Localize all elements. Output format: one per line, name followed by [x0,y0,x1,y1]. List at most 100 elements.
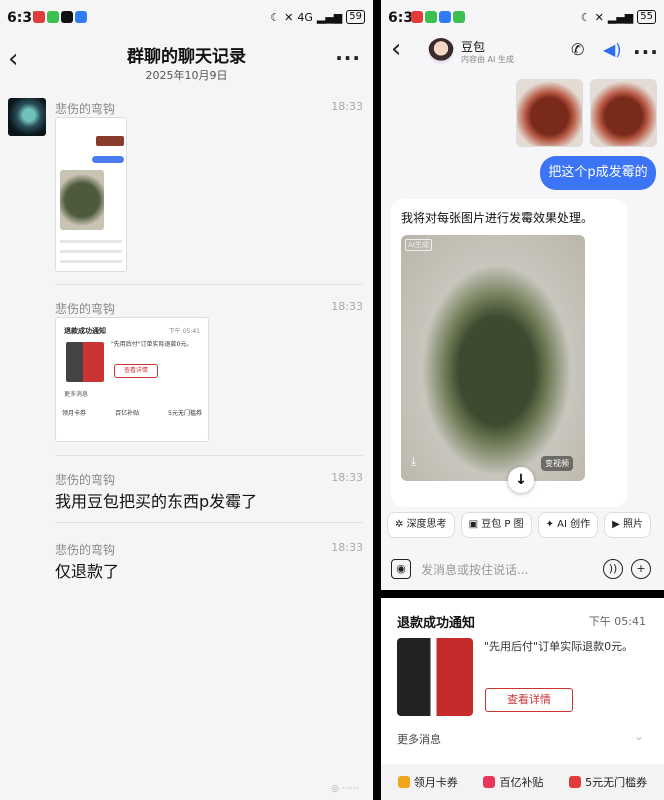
footer-subsidy[interactable]: 百亿补贴 [483,774,543,790]
chip-doubao-p-image[interactable]: ▣ 豆包 P 图 [460,512,532,538]
deep-think-icon: ✲ [395,519,407,530]
message-time: 18:33 [331,471,363,484]
avatar[interactable] [8,98,46,136]
chevron-down-icon[interactable]: ⌄ [634,729,644,743]
footer-item: 百亿补贴 [115,410,140,417]
footer-monthly-coupon[interactable]: 领月卡券 [397,774,458,790]
coupon-icon [397,776,410,788]
wechat-notification-icon [425,11,437,23]
ai-generated-note: 内容由 AI 生成 [461,55,514,64]
thumbnail-line [60,260,122,263]
add-icon[interactable]: + [631,559,651,579]
battery-level: 55 [637,10,656,24]
mute-icon: ✕ [284,10,294,24]
status-bar: 6:32 ☾ ✕ ▂▄▆ 55 [381,0,664,36]
message-sender: 悲伤的弯钩 [55,302,116,316]
ai-generated-tag: AI生成 [405,239,432,251]
thumbnail-line [60,240,122,243]
product-image[interactable] [397,638,473,716]
signal-icon: ▂▄▆ [316,10,343,24]
app-notification-icon [411,11,423,23]
moon-icon: ☾ [270,10,281,24]
footer-label: 领月卡券 [413,776,458,789]
chip-deep-think[interactable]: ✲ 深度思考 [387,512,455,538]
card-footer: 领月卡券 百亿补贴 5元无门槛券 [62,408,202,417]
chip-label: 照片 [623,519,643,530]
message-input[interactable]: 发消息或按住说话... [421,561,603,578]
battery-level: 59 [346,10,365,24]
refund-notification-screenshot[interactable]: 退款成功通知 下午 05:41 "先用后付"订单实际退款0元。 查看详情 更多消… [55,317,209,442]
chat-record-header: ‹ 群聊的聊天记录 2025年10月9日 ··· [0,36,373,86]
group-chat-record-screen: 6:37 ☾ ✕ 4G ▂▄▆ 59 ‹ 群聊的聊天记录 2025年10月9日 … [0,0,373,800]
voice-icon[interactable]: )) [603,559,623,579]
chip-photo[interactable]: ▶ 照片 [604,512,651,538]
play-icon: ▶ [612,519,623,530]
signal-icon: ▂▄▆ [607,10,634,24]
more-options-icon[interactable]: ··· [335,46,361,70]
chat-screenshot-image[interactable] [55,117,127,272]
message-text: 仅退款了 [55,562,120,581]
card-text: "先用后付"订单实际退款0元。 [111,341,193,348]
back-arrow-icon[interactable]: ‹ [391,34,401,64]
chip-label: 豆包 P 图 [481,519,524,530]
subsidy-icon [483,776,496,788]
footer-item: 5元无门槛券 [168,410,202,417]
status-right: ☾ ✕ ▂▄▆ 55 [581,10,656,24]
wechat-notification-icon [47,11,59,23]
status-right: ☾ ✕ 4G ▂▄▆ 59 [270,10,365,24]
footer-label: 百亿补贴 [499,776,544,789]
message-divider [55,455,363,456]
download-icon[interactable]: ⤓ [411,454,416,469]
message-text: 我用豆包把买的东西p发霉了 [55,492,258,511]
doubao-avatar[interactable] [428,38,454,64]
user-message-bubble: 把这个p成发霉的 [540,156,656,190]
more-messages: 更多消息 [64,391,89,398]
page-title: 群聊的聊天记录 [127,47,246,67]
sparkle-icon: ✦ [545,519,558,530]
scroll-down-arrow-icon[interactable]: ↓ [508,467,534,493]
camera-icon[interactable]: ◉ [391,559,411,579]
tiktok-notification-icon [61,11,73,23]
view-details-button: 查看详情 [114,364,158,378]
chip-label: 深度思考 [406,519,447,530]
footer-label: 5元无门槛券 [585,776,648,789]
thumbnail-blue-bubble [92,156,124,163]
voucher-icon [569,776,582,788]
status-bar: 6:37 ☾ ✕ 4G ▂▄▆ 59 [0,0,373,36]
network-label: 4G [297,10,313,24]
phone-icon[interactable]: ✆ [571,40,584,59]
footer-voucher[interactable]: 5元无门槛券 [569,774,647,790]
message-sender: 悲伤的弯钩 [55,473,116,487]
bot-name: 豆包 [461,40,486,54]
message-time: 18:33 [331,100,363,113]
refund-notification: 退款成功通知 下午 05:41 "先用后付"订单实际退款0元。 查看详情 更多消… [381,598,664,800]
message-input-bar: ◉ 发消息或按住说话... )) + [391,553,661,585]
message-time: 18:33 [331,541,363,554]
notification-footer: 领月卡券 百亿补贴 5元无门槛券 [381,764,664,800]
notification-time: 下午 05:41 [588,615,646,628]
moldy-result-image[interactable]: AI生成 ⤓ 变视频 [401,235,585,481]
to-video-button[interactable]: 变视频 [541,456,573,471]
image-edit-icon: ▣ [468,519,482,530]
uploaded-photo[interactable] [516,79,583,147]
refund-text: "先用后付"订单实际退款0元。 [484,640,634,653]
message-divider [55,284,363,285]
weibo-watermark-icon: ◎ ······ [331,784,359,794]
bot-reply-card: 我将对每张图片进行发霉效果处理。 AI生成 ⤓ 变视频 [391,199,627,507]
app-notification-icon [453,11,465,23]
doubao-chat-screen: 6:32 ☾ ✕ ▂▄▆ 55 ‹ 豆包 内容由 AI 生成 ✆ ◀) ··· … [381,0,664,590]
quick-actions: ✲ 深度思考 ▣ 豆包 P 图 ✦ AI 创作 ▶ 照片 [387,512,651,538]
more-options-icon[interactable]: ··· [633,40,659,64]
uploaded-photo[interactable] [590,79,657,147]
message-time: 18:33 [331,300,363,313]
mute-icon: ✕ [594,10,604,24]
notification-icons [33,11,87,23]
product-image [66,342,104,382]
more-messages-link[interactable]: 更多消息 [397,731,441,747]
record-date: 2025年10月9日 [145,69,228,82]
thumbnail-moldy-image [60,170,104,230]
view-details-button[interactable]: 查看详情 [485,688,573,712]
speaker-icon[interactable]: ◀) [603,40,622,59]
chip-ai-create[interactable]: ✦ AI 创作 [537,512,599,538]
message-sender: 悲伤的弯钩 [55,102,116,116]
